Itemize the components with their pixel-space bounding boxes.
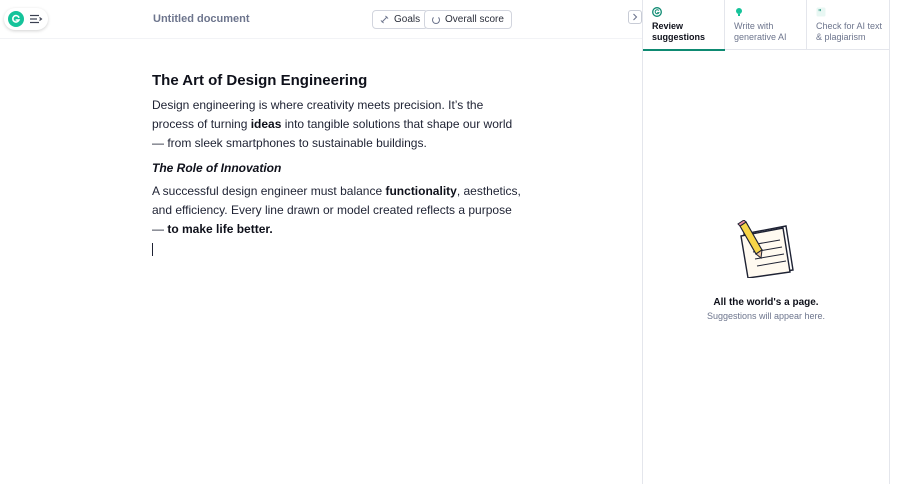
paragraph-2: A successful design engineer must balanc… <box>152 182 522 239</box>
document-heading: The Art of Design Engineering <box>152 72 368 89</box>
grammarly-logo-icon <box>8 11 24 27</box>
tab-generative-ai[interactable]: Write with generative AI <box>725 0 807 50</box>
assistant-tabs: Review suggestions Write with generative… <box>643 0 889 51</box>
notepad-pencil-icon <box>737 220 794 278</box>
paragraph-1: Design engineering is where creativity m… <box>152 96 522 153</box>
panel-right-border <box>889 0 890 484</box>
goals-label: Goals <box>394 14 421 25</box>
menu-icon <box>30 14 43 24</box>
overall-score-label: Overall score <box>445 14 504 25</box>
app-menu-button[interactable] <box>4 8 48 30</box>
lightbulb-icon <box>736 8 742 16</box>
goals-button[interactable]: Goals <box>372 10 429 29</box>
tab-ai-plagiarism-check-label: Check for AI text & plagiarism <box>816 21 883 42</box>
document-subheading: The Role of Innovation <box>152 161 282 175</box>
tab-generative-ai-label: Write with generative AI <box>734 21 787 42</box>
collapse-panel-button[interactable] <box>628 10 642 24</box>
document-body[interactable]: The Art of Design Engineering Design eng… <box>152 72 522 256</box>
chevron-right-icon <box>633 13 638 21</box>
text-cursor <box>152 243 153 256</box>
empty-state: All the world's a page. Suggestions will… <box>643 220 889 321</box>
quote-icon: " <box>816 7 826 17</box>
document-title[interactable]: Untitled document <box>153 13 250 25</box>
paragraph-2-text: A successful design engineer must balanc… <box>152 184 386 198</box>
paragraph-1-bold: ideas <box>250 117 282 131</box>
toolbar-divider <box>0 38 643 39</box>
empty-state-subtitle: Suggestions will appear here. <box>706 311 826 321</box>
paragraph-2-bold: functionality <box>385 184 457 198</box>
tab-ai-plagiarism-check[interactable]: " Check for AI text & plagiarism <box>807 0 889 50</box>
overall-score-button[interactable]: Overall score <box>424 10 512 29</box>
paragraph-2-bold-end: to make life better. <box>167 222 273 236</box>
editor-toolbar: Untitled document Goals Overall score <box>0 0 643 38</box>
tab-review-suggestions-label: Review suggestions <box>652 21 706 42</box>
editor-pane: Untitled document Goals Overall score Th… <box>0 0 643 484</box>
loading-spinner-icon <box>432 15 440 24</box>
tab-review-suggestions[interactable]: Review suggestions <box>643 0 725 51</box>
svg-text:": " <box>818 8 822 17</box>
goals-icon <box>380 15 389 24</box>
empty-state-title: All the world's a page. <box>713 297 819 308</box>
grammarly-icon <box>652 7 662 17</box>
